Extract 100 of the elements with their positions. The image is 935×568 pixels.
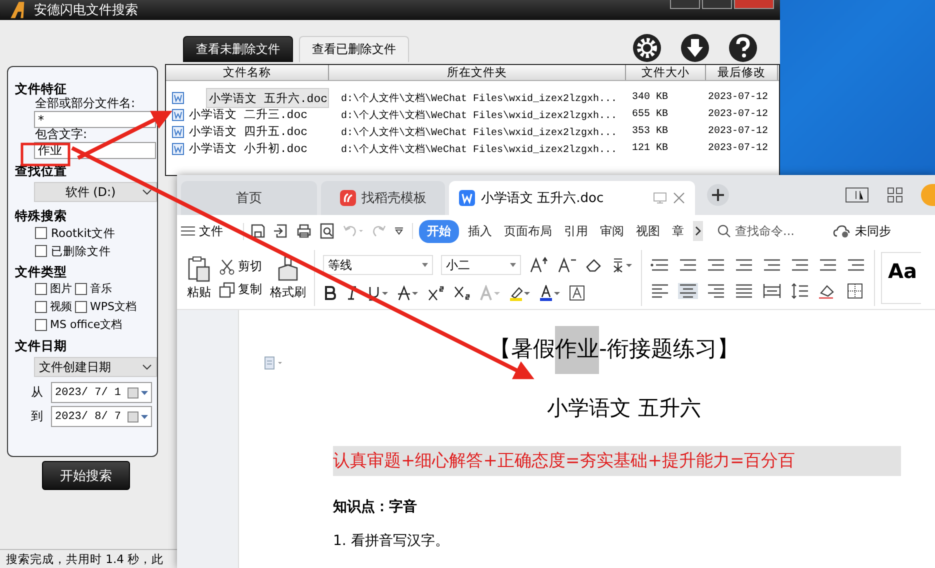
paste-button[interactable]: 粘贴 (187, 256, 211, 300)
field-label: 包含文字: (35, 128, 88, 141)
filename-field[interactable]: * (34, 111, 156, 128)
column-header[interactable]: 最后修改 (706, 65, 778, 80)
new-tab-icon[interactable] (707, 184, 729, 206)
character-border-icon[interactable] (569, 285, 585, 301)
table-cell: 340 KB (632, 92, 668, 103)
window-layout-icon[interactable] (845, 187, 869, 203)
shrink-font-icon[interactable] (557, 257, 577, 273)
start-search-button[interactable]: 开始搜索 (42, 461, 130, 490)
calendar-icon[interactable] (127, 386, 149, 398)
close-icon[interactable] (673, 192, 685, 204)
field-label: 从 (31, 384, 44, 401)
ribbon-tab[interactable]: 视图 (633, 220, 663, 242)
font-dropdown[interactable]: 等线 (323, 255, 433, 275)
font-size-dropdown[interactable]: 小二 (441, 255, 521, 275)
align-center-icon[interactable] (678, 283, 698, 299)
checkbox[interactable]: WPS文档 (75, 298, 149, 316)
column-header[interactable]: 文件大小 (626, 65, 706, 80)
strikethrough-icon[interactable] (397, 285, 419, 301)
document-tab[interactable]: 找稻壳模板 (321, 181, 445, 215)
print-icon[interactable] (296, 223, 312, 239)
maximize-button[interactable] (702, 0, 732, 9)
copy-button[interactable]: 复制 (219, 281, 262, 298)
pinyin-icon[interactable] (611, 257, 633, 273)
subscript-icon[interactable] (453, 285, 471, 301)
bold-icon[interactable] (323, 285, 337, 301)
export-icon[interactable] (273, 223, 289, 239)
calendar-icon[interactable] (127, 410, 149, 422)
checkbox[interactable]: 图片 (35, 280, 75, 298)
file-menu-button[interactable]: 文件 (181, 222, 244, 240)
table-cell-text: d:\个人文件\文档\WeChat Files\wxid_izex2lzgxh... (341, 126, 618, 138)
ribbon-tab[interactable]: 开始 (419, 220, 459, 242)
table-cell: 2023-07-12 (708, 109, 768, 120)
column-header[interactable]: 文件名称 (166, 65, 329, 80)
line-spacing-icon[interactable] (790, 283, 810, 299)
location-dropdown[interactable]: 软件 (D:) (34, 182, 157, 202)
file-name[interactable]: 小学语文 四升五.doc (187, 124, 310, 139)
grow-font-icon[interactable] (529, 257, 549, 273)
checkbox[interactable]: 音乐 (75, 280, 149, 298)
save-icon[interactable] (250, 223, 266, 239)
section-heading: 特殊搜索 (15, 208, 67, 224)
align-right-icon[interactable] (706, 283, 726, 299)
file-name[interactable]: 小学语文 小升初.doc (187, 141, 310, 156)
highlight-frame (20, 142, 70, 166)
print-preview-icon[interactable] (319, 223, 335, 239)
document-subtitle: 小学语文 五升六 (546, 395, 702, 422)
underline-icon[interactable] (367, 285, 389, 301)
justify-icon[interactable] (734, 283, 754, 299)
bullet-list-icon[interactable] (650, 257, 670, 273)
format-painter-button[interactable]: 格式刷 (270, 256, 306, 300)
lightning-logo-icon (8, 1, 26, 19)
help-icon[interactable] (728, 33, 758, 63)
download-icon[interactable] (680, 33, 710, 63)
table-cell-text: d:\个人文件\文档\WeChat Files\wxid_izex2lzgxh... (341, 142, 618, 156)
section-heading: 文件类型 (15, 264, 67, 280)
minimize-button[interactable] (670, 0, 700, 9)
italic-icon[interactable] (345, 285, 359, 301)
tab[interactable]: 查看未删除文件 (183, 36, 293, 62)
align-left-icon[interactable] (650, 283, 670, 299)
column-header[interactable]: 所在文件夹 (329, 65, 626, 80)
date-picker[interactable]: 2023/ 8/ 7 (51, 406, 152, 427)
command-search-field[interactable]: 查找命令... (717, 222, 827, 240)
ribbon-tab[interactable]: 页面布局 (501, 220, 555, 242)
ribbon-tab[interactable]: 插入 (465, 220, 495, 242)
scissors-icon (219, 258, 235, 274)
exercise-item: 1. 看拼音写汉字。 (333, 532, 449, 550)
sync-status-button[interactable]: 未同步 (833, 222, 891, 240)
chevron-right-icon[interactable] (693, 221, 703, 241)
search-icon (717, 224, 731, 238)
ribbon-tab[interactable]: 章 (669, 220, 687, 242)
ribbon-tab[interactable]: 引用 (561, 220, 591, 242)
field-label: 全部或部分文件名: (35, 97, 136, 110)
document-tab[interactable]: 首页 (181, 181, 317, 215)
settings-icon[interactable] (632, 33, 662, 63)
caret-icon[interactable] (394, 227, 404, 235)
eraser-icon[interactable] (585, 257, 603, 273)
file-name[interactable]: 小学语文 二升三.doc (187, 107, 310, 122)
section-heading: 知识点：字音 (333, 498, 417, 516)
checkbox[interactable]: Rootkit文件 (35, 224, 116, 242)
document-tab[interactable]: 小学语文 五升六.doc (449, 181, 695, 215)
font-color-icon[interactable] (539, 285, 561, 301)
table-cell: 2023-07-12 (708, 126, 768, 137)
date-picker[interactable]: 2023/ 7/ 1 (51, 382, 152, 403)
checkbox[interactable]: 视频 (35, 298, 75, 316)
grid-icon[interactable] (887, 187, 903, 203)
cut-button[interactable]: 剪切 (219, 258, 262, 275)
ribbon-tab[interactable]: 审阅 (597, 220, 627, 242)
style-preview[interactable]: Aa (881, 252, 921, 304)
superscript-icon[interactable] (427, 285, 445, 301)
table-cell-text: d:\个人文件\文档\WeChat Files\wxid_izex2lzgxh... (341, 92, 618, 104)
document-icon (172, 92, 184, 104)
date-type-dropdown[interactable]: 文件创建日期 (34, 357, 157, 377)
checkbox[interactable]: MS office文档 (35, 316, 149, 334)
checkbox[interactable]: 已删除文件 (35, 242, 111, 260)
highlighter-icon[interactable] (509, 285, 531, 301)
tab[interactable]: 查看已删除文件 (299, 36, 409, 62)
file-name[interactable]: 小学语文 五升六.doc (206, 88, 329, 108)
document-icon (172, 142, 184, 154)
distribute-icon[interactable] (762, 283, 782, 299)
